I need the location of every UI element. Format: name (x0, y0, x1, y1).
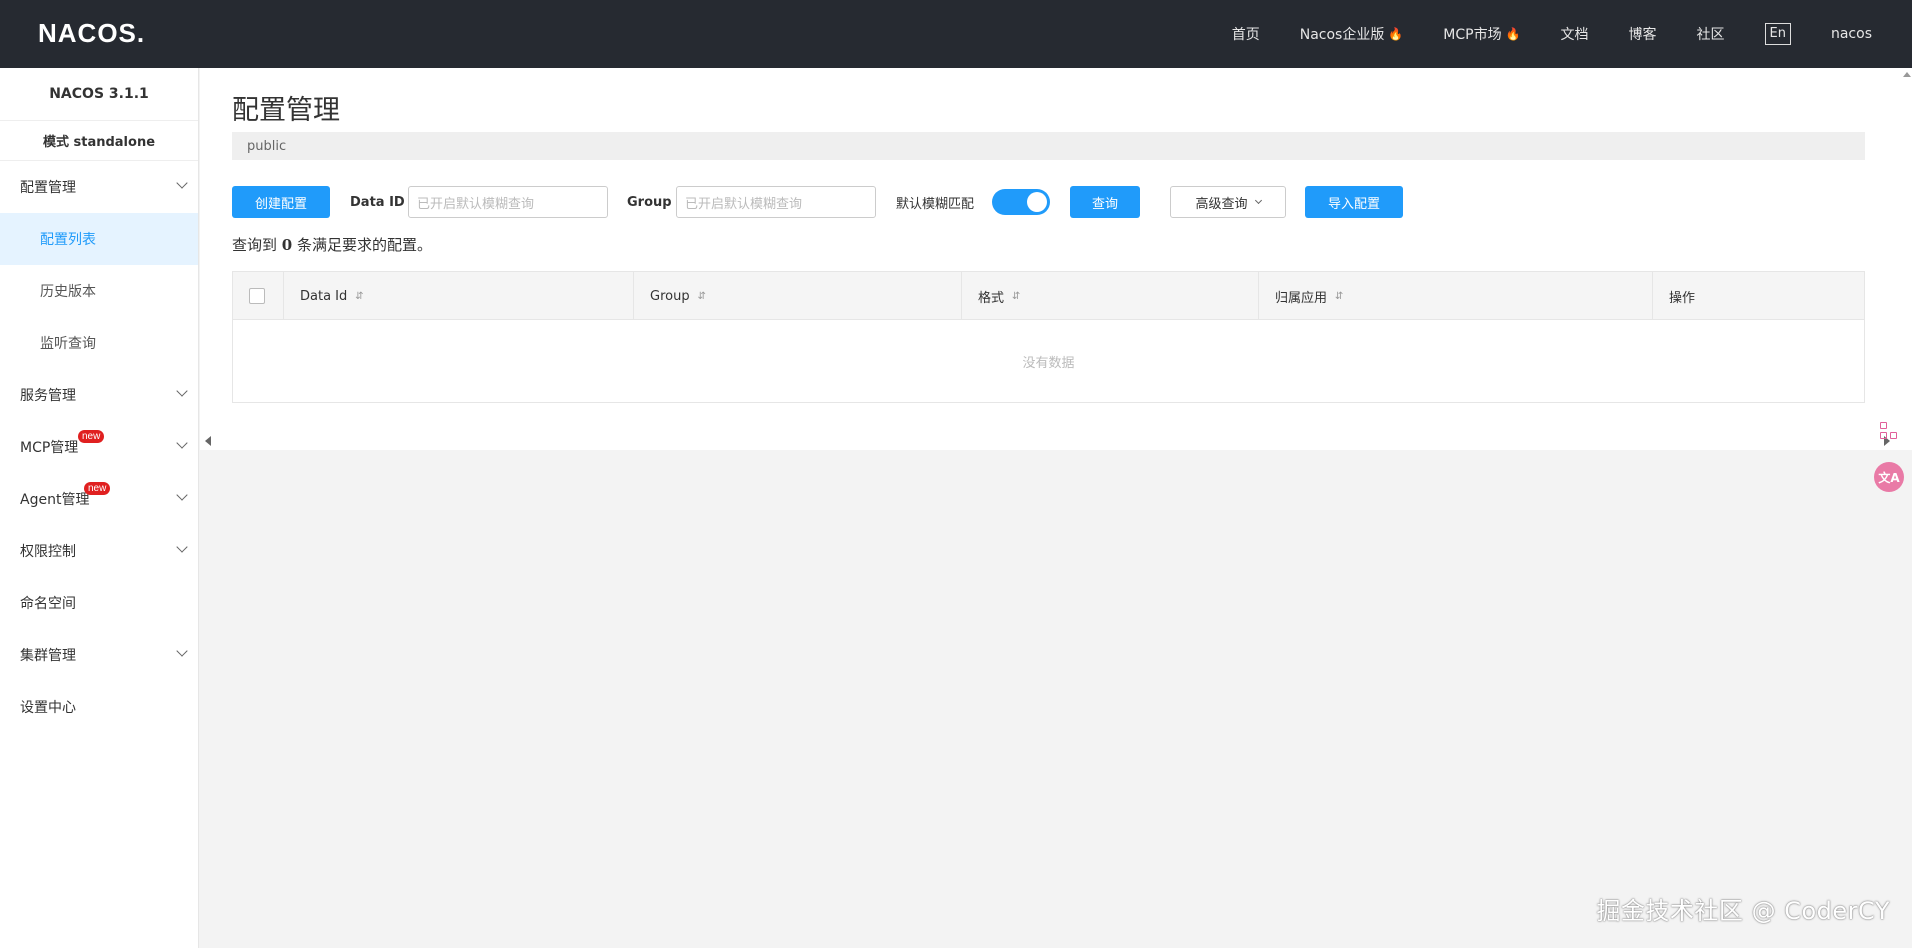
chevron-down-icon (176, 177, 188, 189)
search-toolbar: 创建配置 Data ID 已开启默认模糊查询 Group 已开启默认模糊查询 默… (232, 186, 1872, 220)
sort-icon[interactable]: ⇵ (1335, 291, 1343, 302)
chevron-down-icon (1254, 196, 1262, 205)
language-switch[interactable]: En (1764, 23, 1791, 45)
nav-enterprise[interactable]: Nacos企业版 🔥 (1300, 24, 1404, 44)
nav-blog[interactable]: 博客 (1629, 24, 1657, 44)
column-header-format[interactable]: 格式 ⇵ (961, 272, 1258, 320)
dataid-label: Data ID (350, 194, 405, 210)
table-header: Data Id ⇵ Group ⇵ 格式 ⇵ 归属应用 ⇵ 操作 (233, 272, 1864, 320)
nacos-logo[interactable]: NACOS. (38, 18, 145, 49)
translate-icon[interactable]: 文A (1874, 462, 1904, 492)
namespace-bar: public (232, 132, 1865, 160)
toggle-knob (1027, 192, 1047, 212)
sidebar-item-mcp-management[interactable]: MCP管理 new (0, 421, 198, 473)
result-summary: 查询到 0 条满足要求的配置。 (232, 236, 432, 254)
empty-state: 没有数据 (1022, 355, 1075, 371)
chevron-down-icon (176, 385, 188, 397)
chevron-down-icon (176, 645, 188, 657)
chevron-down-icon (176, 489, 188, 501)
watermark: 掘金技术社区 @ CoderCY (1596, 897, 1890, 925)
group-input[interactable]: 已开启默认模糊查询 (676, 186, 876, 218)
nav-docs[interactable]: 文档 (1561, 24, 1589, 44)
column-header-app[interactable]: 归属应用 ⇵ (1258, 272, 1652, 320)
column-header-actions: 操作 (1652, 272, 1864, 320)
flame-icon: 🔥 (1505, 27, 1521, 41)
nav-mcp-market[interactable]: MCP市场 🔥 (1443, 24, 1520, 44)
sort-icon[interactable]: ⇵ (355, 291, 363, 302)
mode-label: 模式 standalone (0, 121, 198, 161)
sidebar-item-config-management[interactable]: 配置管理 (0, 161, 198, 213)
scroll-left-arrow[interactable] (205, 436, 211, 446)
search-button[interactable]: 查询 (1070, 186, 1140, 218)
chevron-down-icon (176, 541, 188, 553)
sidebar: NACOS 3.1.1 模式 standalone 配置管理 配置列表 历史版本… (0, 68, 199, 948)
select-all-checkbox[interactable] (249, 288, 265, 304)
fuzzy-match-toggle[interactable] (992, 189, 1050, 215)
result-count: 0 (281, 236, 293, 254)
grid-plus-icon[interactable] (1880, 422, 1898, 440)
sort-icon[interactable]: ⇵ (1012, 291, 1020, 302)
flame-icon: 🔥 (1388, 27, 1404, 41)
sidebar-item-access-control[interactable]: 权限控制 (0, 525, 198, 577)
version-label: NACOS 3.1.1 (0, 68, 198, 121)
fuzzy-match-label: 默认模糊匹配 (896, 196, 975, 212)
sidebar-item-namespace[interactable]: 命名空间 (0, 577, 198, 629)
sidebar-item-config-list[interactable]: 配置列表 (0, 213, 198, 265)
sidebar-item-settings[interactable]: 设置中心 (0, 681, 198, 733)
config-table: Data Id ⇵ Group ⇵ 格式 ⇵ 归属应用 ⇵ 操作 没有数据 (232, 271, 1865, 403)
create-config-button[interactable]: 创建配置 (232, 186, 330, 218)
nav-home[interactable]: 首页 (1232, 24, 1260, 44)
chevron-down-icon (176, 437, 188, 449)
sidebar-item-agent-management[interactable]: Agent管理 new (0, 473, 198, 525)
advanced-query-button[interactable]: 高级查询 (1170, 186, 1286, 218)
group-label: Group (627, 194, 672, 210)
top-nav: 首页 Nacos企业版 🔥 MCP市场 🔥 文档 博客 社区 En nacos (1232, 0, 1912, 68)
user-menu[interactable]: nacos (1831, 26, 1872, 42)
column-header-group[interactable]: Group ⇵ (633, 272, 961, 320)
dataid-input[interactable]: 已开启默认模糊查询 (408, 186, 608, 218)
top-navbar: NACOS. 首页 Nacos企业版 🔥 MCP市场 🔥 文档 博客 社区 En n… (0, 0, 1912, 68)
namespace-tab-public[interactable]: public (247, 139, 286, 154)
sidebar-item-history[interactable]: 历史版本 (0, 265, 198, 317)
sidebar-item-cluster-management[interactable]: 集群管理 (0, 629, 198, 681)
sidebar-item-listener-query[interactable]: 监听查询 (0, 317, 198, 369)
new-badge: new (78, 430, 105, 443)
column-header-dataid[interactable]: Data Id ⇵ (283, 272, 633, 320)
page-title: 配置管理 (232, 95, 340, 126)
new-badge: new (84, 482, 111, 495)
scroll-up-arrow[interactable] (1903, 72, 1911, 77)
import-config-button[interactable]: 导入配置 (1305, 186, 1403, 218)
sort-icon[interactable]: ⇵ (698, 291, 706, 302)
nav-community[interactable]: 社区 (1697, 24, 1725, 44)
main-panel: 配置管理 public 创建配置 Data ID 已开启默认模糊查询 Group… (200, 68, 1912, 492)
sidebar-item-service-management[interactable]: 服务管理 (0, 369, 198, 421)
